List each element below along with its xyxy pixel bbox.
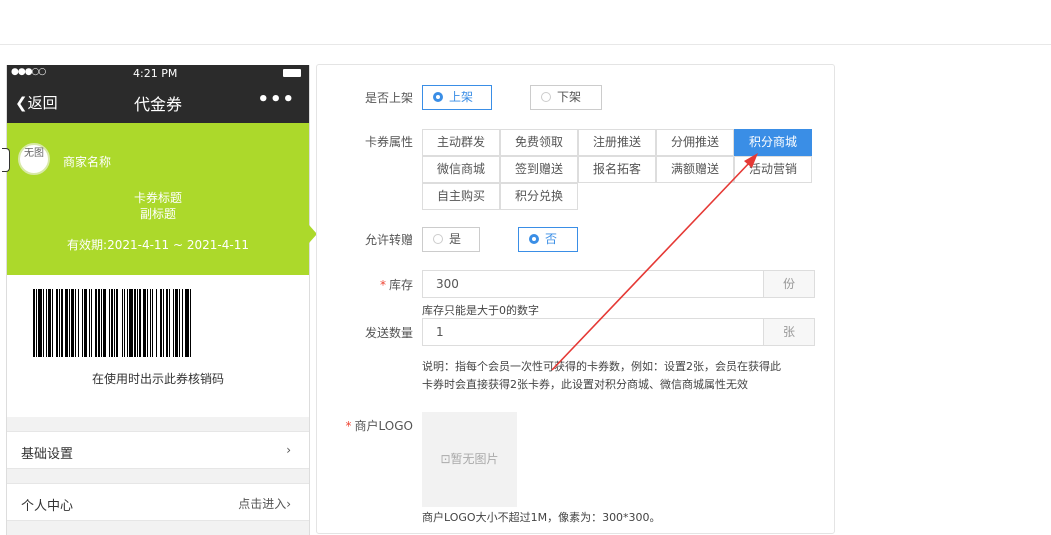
menu-label: 个人中心	[21, 499, 74, 514]
logo-placeholder: 暂无图片	[450, 452, 499, 466]
signal-icon: ●●●○○	[11, 67, 46, 77]
barcode-tip: 在使用时出示此券核销码	[91, 372, 224, 386]
menu-label: 基础设置	[21, 447, 74, 462]
listing-off-radio[interactable]: 下架	[530, 85, 602, 110]
barcode-section: 在使用时出示此券核销码	[7, 275, 309, 417]
attributes-label: 卡券属性	[364, 135, 413, 149]
send-qty-help-2: 卡券时会直接获得2张卡券，此设置对积分商城、微信商城属性无效	[422, 378, 748, 391]
coupon-subtitle: 副标题	[139, 207, 176, 221]
attribute-tag[interactable]: 微信商城	[422, 156, 500, 183]
barcode-image	[33, 289, 283, 357]
label-text: 商户LOGO	[354, 419, 413, 433]
collapse-handle[interactable]	[2, 148, 10, 172]
chevron-right-icon: ›	[286, 443, 291, 457]
menu-enter-link: 点击进入›	[238, 497, 291, 511]
radio-label: 下架	[557, 90, 582, 104]
merchant-logo: 无图	[18, 143, 50, 175]
coupon-title: 卡券标题	[133, 191, 182, 205]
radio-label: 否	[545, 232, 558, 246]
transfer-no-radio[interactable]: 否	[518, 227, 578, 252]
transfer-yes-radio[interactable]: 是	[422, 227, 480, 252]
radio-label: 上架	[449, 90, 474, 104]
listing-label: 是否上架	[364, 91, 413, 105]
merchant-name: 商家名称	[63, 155, 112, 169]
stock-help: 库存只能是大于0的数字	[422, 304, 539, 317]
attribute-tag[interactable]: 报名拓客	[578, 156, 656, 183]
attribute-tag[interactable]: 注册推送	[578, 129, 656, 156]
required-mark: *	[345, 419, 352, 433]
attribute-tag[interactable]: 活动营销	[734, 156, 812, 183]
attribute-tag[interactable]: 主动群发	[422, 129, 500, 156]
radio-dot-icon	[541, 92, 551, 102]
settings-form: 是否上架 上架 下架 卡券属性 主动群发 免费领取 注册推送 分佣推送 积分商城微信商城…	[316, 64, 835, 534]
send-qty-help-1: 说明：指每个会员一次性可获得的卡券数，例如：设置2张，会员在获得此	[422, 360, 781, 373]
image-icon: ⊡	[440, 452, 451, 466]
radio-dot-icon	[529, 234, 539, 244]
radio-dot-icon	[433, 234, 443, 244]
phone-preview: ●●●○○ 4:21 PM ❮返回 代金券 ••• 无图 商家名称 卡券标题 副…	[6, 65, 317, 535]
send-qty-label: 发送数量	[364, 326, 413, 340]
attribute-tag[interactable]: 积分商城	[734, 129, 812, 156]
battery-icon	[283, 69, 301, 77]
attribute-tag[interactable]: 签到赠送	[500, 156, 578, 183]
radio-dot-icon	[433, 92, 443, 102]
required-mark: *	[379, 278, 386, 292]
merchant-logo-upload[interactable]: ⊡暂无图片	[422, 412, 517, 507]
coupon-validity: 有效期:2021-4-11 ~ 2021-4-11	[67, 238, 249, 252]
menu-basic-settings[interactable]: 基础设置 ›	[7, 431, 309, 469]
status-time: 4:21 PM	[133, 67, 178, 80]
menu-personal-center[interactable]: 个人中心 点击进入›	[7, 483, 309, 521]
header-divider	[0, 44, 1051, 45]
more-icon[interactable]: •••	[257, 89, 295, 110]
send-qty-unit: 张	[763, 318, 815, 346]
attribute-tag[interactable]: 自主购买	[422, 183, 500, 210]
phone-status-bar: ●●●○○ 4:21 PM	[7, 65, 309, 81]
stock-label: * 库存	[317, 276, 413, 293]
phone-nav-bar: ❮返回 代金券 •••	[7, 81, 309, 123]
radio-label: 是	[449, 232, 462, 246]
merchant-logo-label: * 商户LOGO	[317, 417, 413, 434]
label-text: 库存	[388, 278, 413, 292]
attribute-tag[interactable]: 分佣推送	[656, 129, 734, 156]
stock-input[interactable]: 300	[422, 270, 764, 298]
listing-on-radio[interactable]: 上架	[422, 85, 492, 110]
coupon-card: 无图 商家名称 卡券标题 副标题 有效期:2021-4-11 ~ 2021-4-…	[7, 123, 317, 275]
attribute-tag[interactable]: 积分兑换	[500, 183, 578, 210]
attribute-tag[interactable]: 免费领取	[500, 129, 578, 156]
stock-unit: 份	[763, 270, 815, 298]
transfer-label: 允许转赠	[364, 233, 413, 247]
send-qty-input[interactable]: 1	[422, 318, 764, 346]
attribute-tag[interactable]: 满额赠送	[656, 156, 734, 183]
